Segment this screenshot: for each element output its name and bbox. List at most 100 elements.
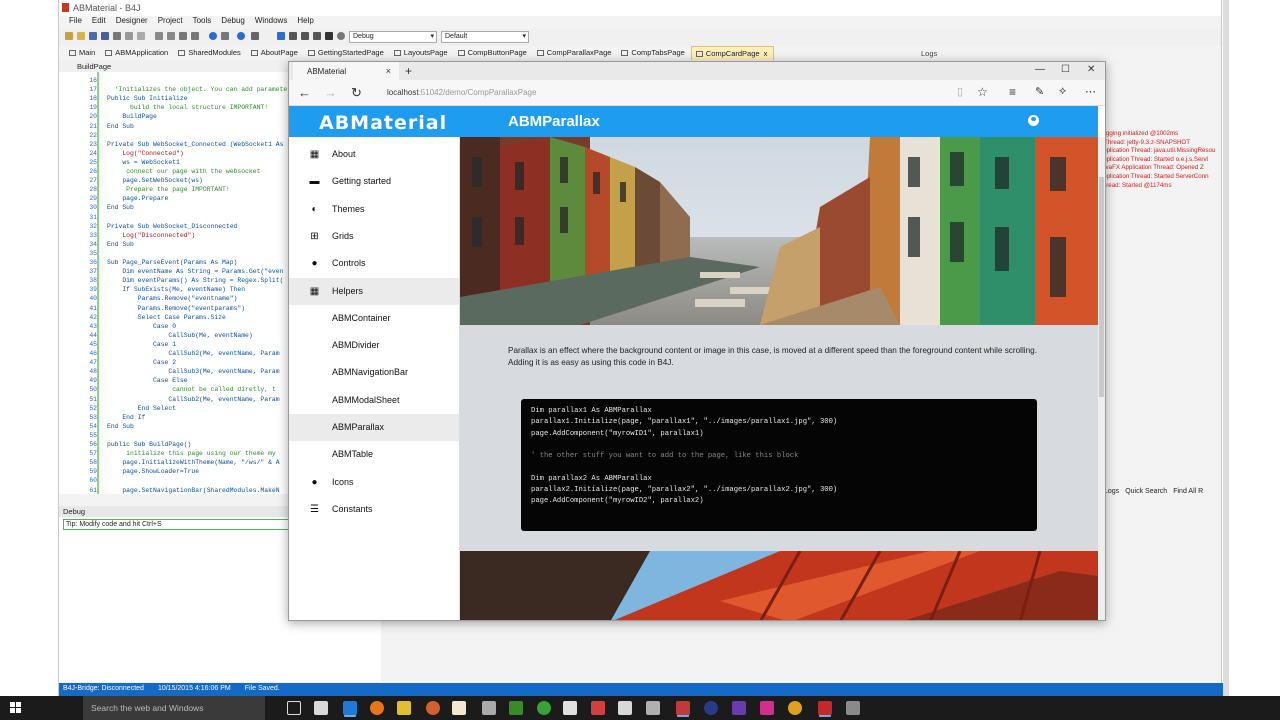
build-config-select[interactable]: Debug: [349, 31, 437, 43]
close-module-tab-icon[interactable]: x: [764, 49, 768, 58]
close-tab-icon[interactable]: ×: [386, 66, 391, 76]
outdent-icon[interactable]: [221, 32, 229, 40]
menu-project[interactable]: Project: [158, 16, 183, 29]
firefox-icon[interactable]: [370, 701, 384, 715]
module-tab-compparallaxpage[interactable]: CompParallaxPage: [533, 46, 618, 60]
browser-tab[interactable]: ABMaterial ×: [293, 62, 399, 80]
nav-item-grids[interactable]: ⊞ Grids: [289, 223, 459, 250]
build-target-select[interactable]: Default: [441, 31, 529, 43]
step-over-icon[interactable]: [301, 32, 309, 40]
store-icon[interactable]: [314, 701, 328, 715]
new-file-icon[interactable]: [65, 32, 73, 40]
nav-item-abmcontainer[interactable]: ABMContainer: [289, 305, 459, 332]
nav-item-abmmodalsheet[interactable]: ABMModalSheet: [289, 387, 459, 414]
menu-edit[interactable]: Edit: [92, 16, 106, 29]
nav-item-helpers[interactable]: ▦ Helpers: [289, 277, 459, 305]
address-bar[interactable]: localhost:51042/demo/CompParallaxPage: [387, 88, 536, 97]
app-icon-4[interactable]: [591, 701, 605, 715]
task-view-icon[interactable]: [287, 701, 301, 715]
module-tab-gettingstartedpage[interactable]: GettingStartedPage: [304, 46, 390, 60]
step-icon[interactable]: [289, 32, 297, 40]
nav-item-icons[interactable]: ● Icons: [289, 469, 459, 496]
xbox-icon[interactable]: [537, 701, 551, 715]
refresh-icon[interactable]: ↻: [351, 85, 362, 101]
abmaterial-logo[interactable]: ABMaterial: [319, 112, 447, 134]
uncomment-icon[interactable]: [191, 32, 199, 40]
module-tab-comptabspage[interactable]: CompTabsPage: [617, 46, 690, 60]
open-folder-icon[interactable]: [77, 32, 85, 40]
app-icon-11[interactable]: [846, 701, 860, 715]
web-note-icon[interactable]: ✎: [1035, 85, 1044, 98]
save-all-icon[interactable]: [101, 32, 109, 40]
step-out-icon[interactable]: [313, 32, 321, 40]
copy-icon[interactable]: [125, 32, 133, 40]
start-button[interactable]: [0, 696, 34, 720]
nav-item-abmtable[interactable]: ABMTable: [289, 441, 459, 468]
undo-icon[interactable]: [155, 32, 163, 40]
logs-strip-item[interactable]: Quick Search: [1125, 488, 1167, 502]
module-tab-main[interactable]: Main: [65, 46, 101, 60]
reading-view-icon[interactable]: ▯: [957, 85, 963, 98]
share-icon[interactable]: ⟡: [1059, 85, 1066, 98]
maximize-icon[interactable]: ☐: [1061, 64, 1070, 75]
app-icon-2[interactable]: [509, 701, 523, 715]
app-icon-6[interactable]: [646, 701, 660, 715]
favorite-star-icon[interactable]: ☆: [977, 85, 988, 99]
module-tab-compcardpage[interactable]: CompCardPage x: [690, 46, 775, 60]
paste-icon[interactable]: [137, 32, 145, 40]
window-close-icon[interactable]: ✕: [1087, 64, 1095, 75]
menu-file[interactable]: File: [69, 16, 82, 29]
logs-strip-item[interactable]: Logs: [1104, 488, 1119, 502]
run-icon[interactable]: [277, 32, 285, 40]
menu-tools[interactable]: Tools: [193, 16, 212, 29]
blender-icon[interactable]: [426, 701, 440, 715]
nav-item-abmparallax[interactable]: ABMParallax: [289, 414, 459, 441]
app-icon-3[interactable]: [563, 701, 577, 715]
menu-windows[interactable]: Windows: [255, 16, 287, 29]
file-explorer-icon[interactable]: [397, 701, 411, 715]
module-tab-layoutspage[interactable]: LayoutsPage: [390, 46, 454, 60]
hub-icon[interactable]: ≡: [1009, 85, 1016, 99]
back-icon[interactable]: ←: [298, 85, 311, 100]
nav-item-controls[interactable]: ● Controls: [289, 250, 459, 277]
app-icon-8[interactable]: [760, 701, 774, 715]
module-tab-sharedmodules[interactable]: SharedModules: [174, 46, 247, 60]
edge-icon[interactable]: [343, 701, 357, 715]
menu-debug[interactable]: Debug: [221, 16, 245, 29]
app-icon-1[interactable]: [482, 701, 496, 715]
indent-icon[interactable]: [209, 32, 217, 40]
app-icon-7[interactable]: [704, 701, 718, 715]
nav-item-abmnavigationbar[interactable]: ABMNavigationBar: [289, 359, 459, 386]
nav-item-abmdivider[interactable]: ABMDivider: [289, 332, 459, 359]
save-icon[interactable]: [89, 32, 97, 40]
app-icon-5[interactable]: [618, 701, 632, 715]
nav-item-getting-started[interactable]: ▬ Getting started: [289, 168, 459, 195]
notepad-icon[interactable]: [452, 701, 466, 715]
bookmark-icon[interactable]: [237, 32, 245, 40]
cut-icon[interactable]: [113, 32, 121, 40]
screen-scrollbar[interactable]: [1223, 0, 1229, 696]
menu-help[interactable]: Help: [297, 16, 313, 29]
comment-icon[interactable]: [179, 32, 187, 40]
visual-studio-icon[interactable]: [732, 701, 746, 715]
nav-item-themes[interactable]: ◐ Themes: [289, 196, 459, 223]
scroll-thumb[interactable]: [1099, 177, 1104, 397]
module-tab-abmapplication[interactable]: ABMApplication: [101, 46, 174, 60]
find-icon[interactable]: [251, 32, 259, 40]
logs-strip-item[interactable]: Find All R: [1173, 488, 1203, 502]
account-icon[interactable]: [1028, 115, 1039, 126]
stop-icon[interactable]: [325, 32, 333, 40]
forward-icon[interactable]: →: [324, 85, 337, 100]
taskbar-search[interactable]: Search the web and Windows: [83, 696, 265, 720]
page-scrollbar[interactable]: [1098, 137, 1105, 620]
b4j-taskbar-icon[interactable]: [676, 701, 690, 715]
menu-designer[interactable]: Designer: [116, 16, 148, 29]
redo-icon[interactable]: [167, 32, 175, 40]
nav-item-constants[interactable]: ☰ Constants: [289, 496, 459, 523]
minimize-icon[interactable]: —: [1035, 64, 1045, 75]
logs-tab[interactable]: Logs: [921, 49, 937, 58]
more-icon[interactable]: ⋯: [1085, 85, 1096, 98]
new-tab-button[interactable]: +: [405, 64, 412, 78]
nav-item-about[interactable]: ▦ About: [289, 141, 459, 168]
module-tab-compbuttonpage[interactable]: CompButtonPage: [454, 46, 533, 60]
